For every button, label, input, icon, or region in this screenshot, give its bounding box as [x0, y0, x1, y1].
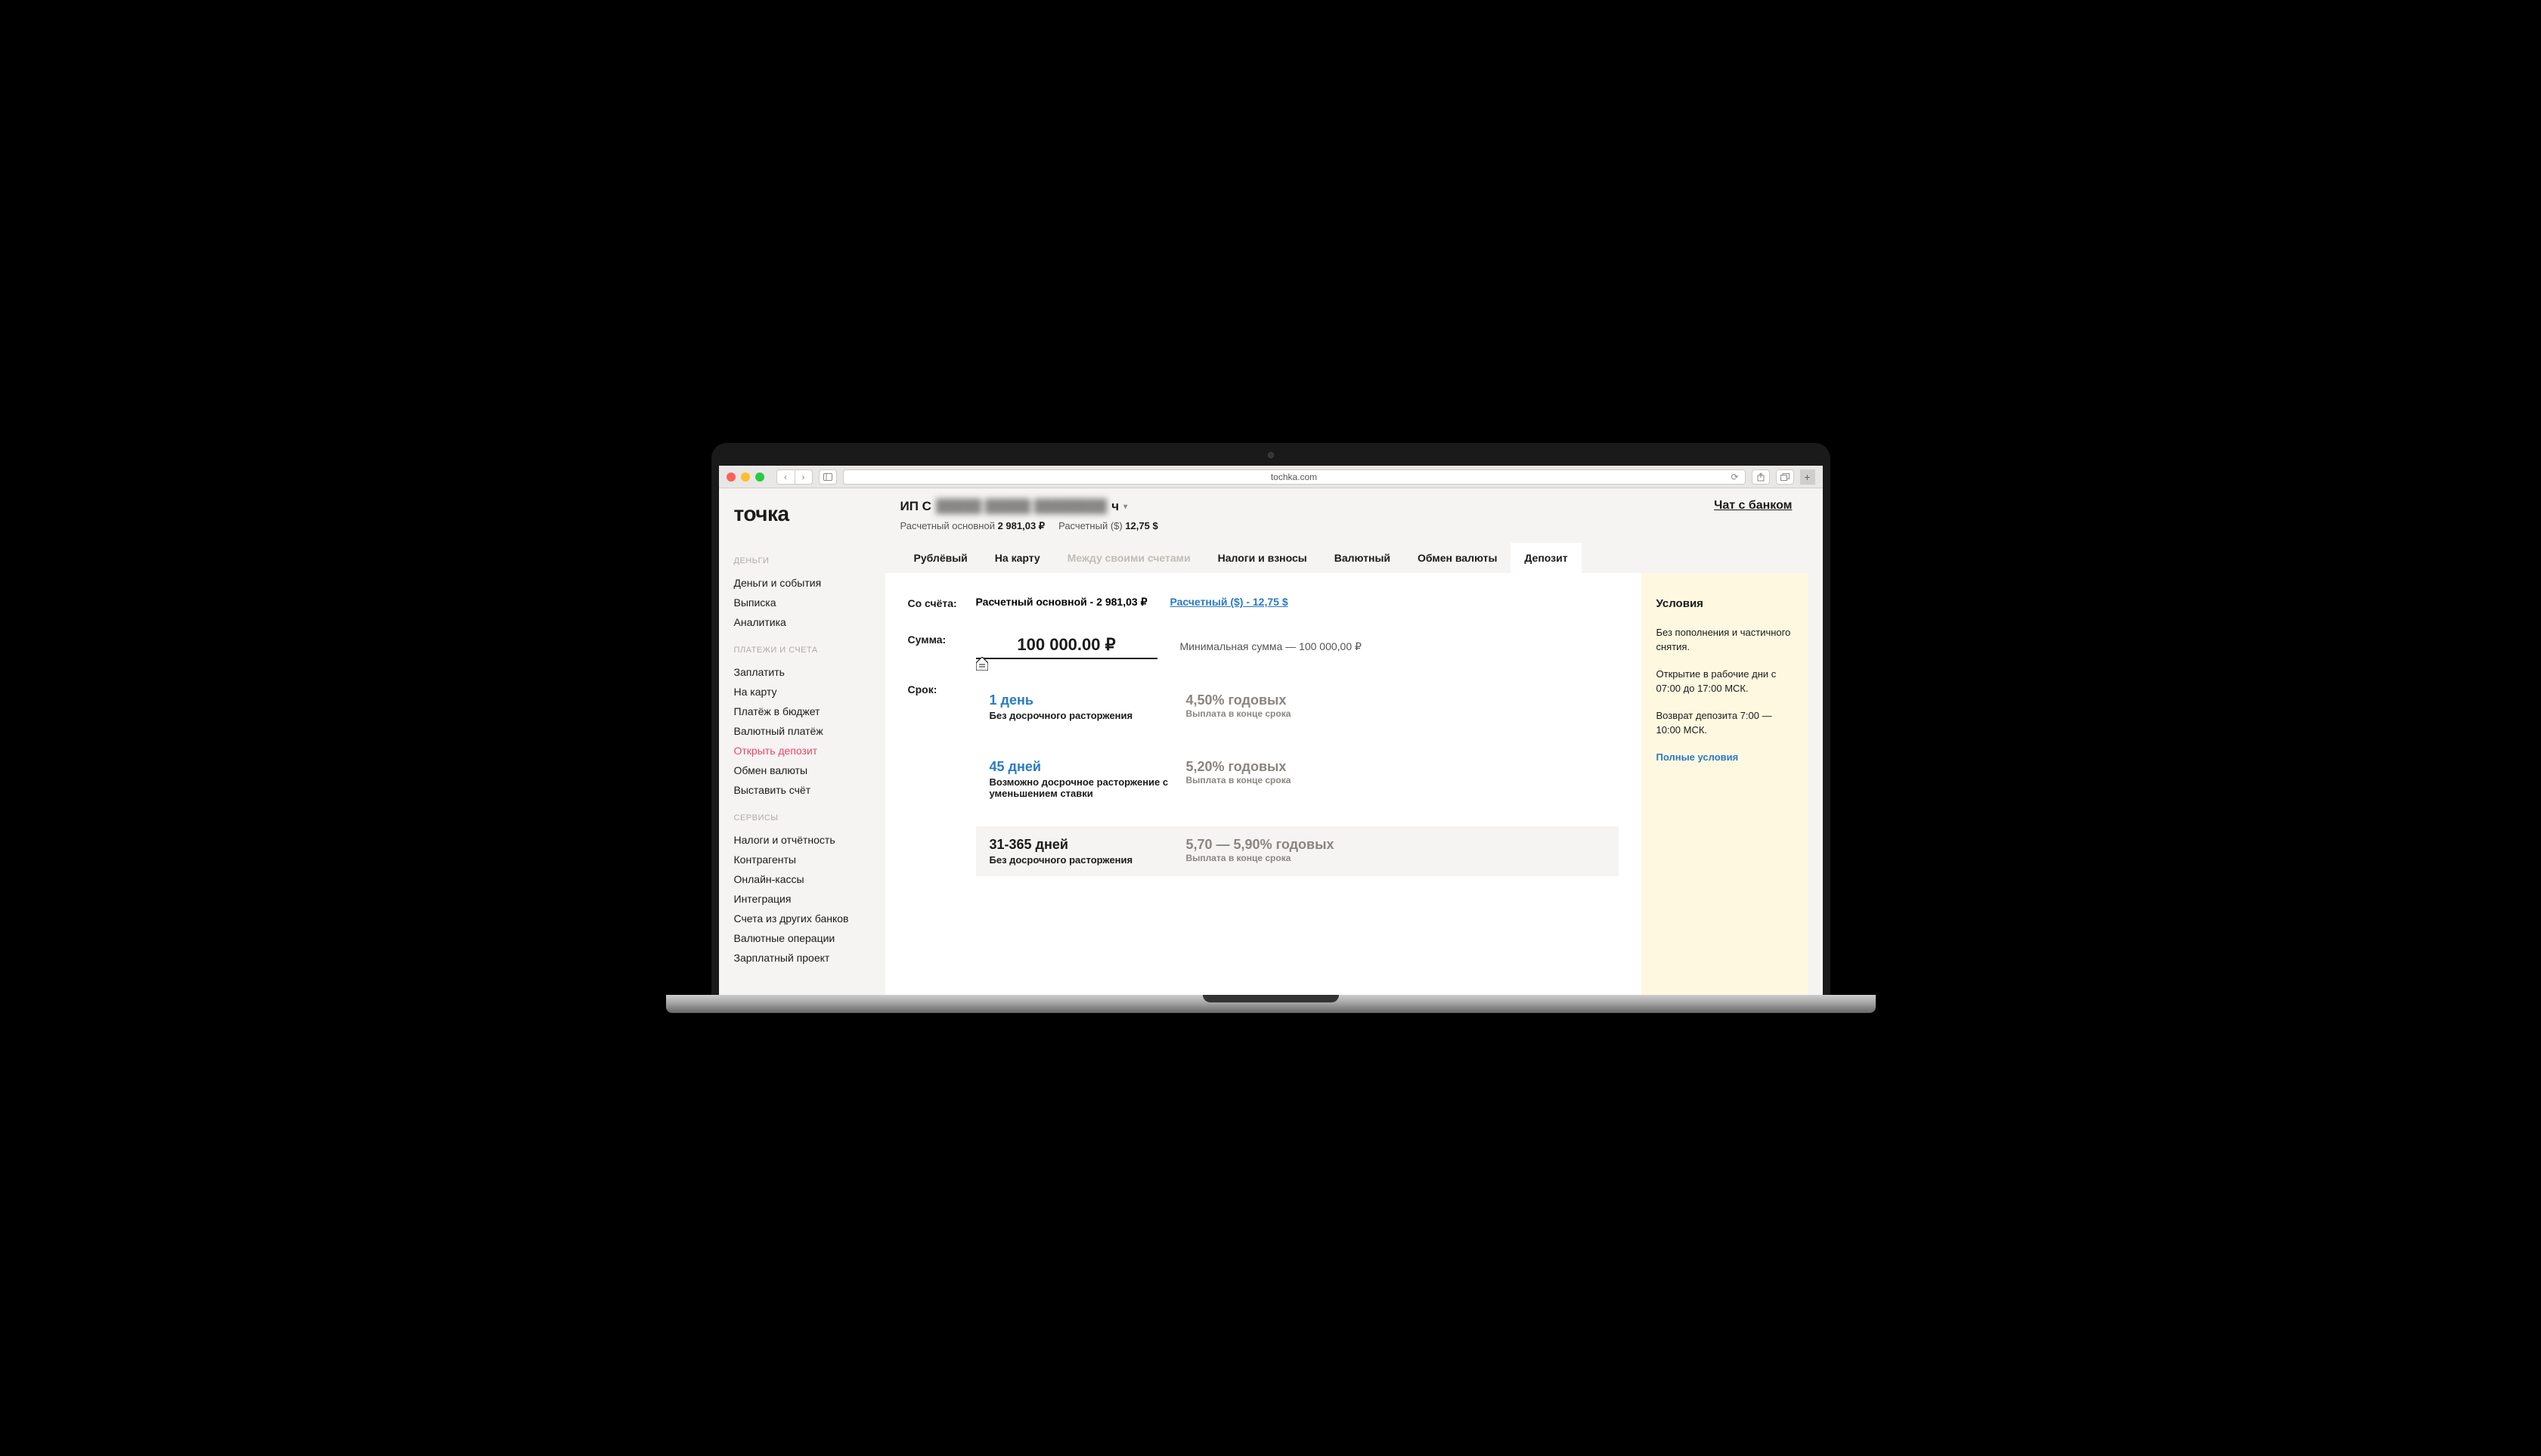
term-rate: 4,50% годовых: [1186, 692, 1291, 708]
sidebar: точка ДЕНЬГИ Деньги и событияВыпискаАнали…: [719, 488, 870, 995]
sidebar-item[interactable]: Платёж в бюджет: [734, 702, 870, 721]
term-rate-sub: Выплата в конце срока: [1186, 775, 1291, 785]
amount-label: Сумма:: [908, 632, 976, 646]
sidebar-item[interactable]: Обмен валюты: [734, 761, 870, 780]
sidebar-item[interactable]: Валютный платёж: [734, 721, 870, 741]
share-icon[interactable]: [1752, 469, 1770, 485]
term-option[interactable]: 45 днейВозможно досрочное расторжение с …: [976, 748, 1619, 810]
sidebar-item[interactable]: Выписка: [734, 593, 870, 612]
term-rate-sub: Выплата в конце срока: [1186, 853, 1334, 863]
term-subtitle: Без досрочного расторжения: [990, 710, 1186, 721]
sidebar-item[interactable]: Интеграция: [734, 889, 870, 909]
term-rate: 5,70 — 5,90% годовых: [1186, 837, 1334, 853]
browser-back-button[interactable]: ‹: [776, 469, 795, 485]
term-title: 31-365 дней: [990, 837, 1186, 853]
term-subtitle: Возможно досрочное расторжение с уменьше…: [990, 776, 1186, 799]
chat-with-bank-link[interactable]: Чат с банком: [1714, 499, 1792, 513]
browser-chrome: ‹ › tochka.com ⟳ +: [719, 466, 1823, 488]
deposit-form: Со счёта: Расчетный основной - 2 981,03 …: [885, 573, 1641, 995]
term-rate-sub: Выплата в конце срока: [1186, 708, 1291, 719]
conditions-title: Условия: [1656, 596, 1793, 613]
tab[interactable]: Депозит: [1511, 543, 1581, 573]
logo: точка: [734, 502, 870, 526]
conditions-text: Без пополнения и частичного снятия.: [1656, 625, 1793, 655]
window-maximize-icon[interactable]: [755, 472, 764, 482]
sidebar-item[interactable]: Контрагенты: [734, 850, 870, 869]
new-tab-button[interactable]: +: [1800, 469, 1815, 485]
tabs-icon[interactable]: [1776, 469, 1794, 485]
term-label: Срок:: [908, 682, 976, 695]
term-subtitle: Без досрочного расторжения: [990, 854, 1186, 866]
balance-item: Расчетный основной 2 981,03 ₽: [900, 520, 1046, 532]
sidebar-item[interactable]: Открыть депозит: [734, 741, 870, 761]
term-title: 45 дней: [990, 759, 1186, 775]
conditions-text: Возврат депозита 7:00 — 10:00 МСК.: [1656, 708, 1793, 738]
company-selector[interactable]: ИП С█████ █████ ████████ч ▾: [900, 499, 1158, 514]
sidebar-item[interactable]: Выставить счёт: [734, 780, 870, 800]
term-option[interactable]: 31-365 днейБез досрочного расторжения5,7…: [976, 826, 1619, 876]
sidebar-item[interactable]: Заплатить: [734, 662, 870, 682]
sidebar-item[interactable]: Налоги и отчётность: [734, 830, 870, 850]
sidebar-item[interactable]: Деньги и события: [734, 573, 870, 593]
browser-url-bar[interactable]: tochka.com ⟳: [843, 469, 1746, 485]
nav-section-title: ДЕНЬГИ: [734, 556, 870, 565]
conditions-panel: Условия Без пополнения и частичного снят…: [1641, 573, 1808, 995]
window-close-icon[interactable]: [727, 472, 736, 482]
browser-forward-button[interactable]: ›: [795, 469, 813, 485]
browser-sidebar-button[interactable]: [819, 469, 837, 485]
from-account-label: Со счёта:: [908, 596, 976, 609]
window-minimize-icon[interactable]: [741, 472, 750, 482]
browser-url-text: tochka.com: [1271, 472, 1317, 482]
amount-input[interactable]: 100 000.00 ₽: [976, 632, 1157, 659]
tab[interactable]: Рублёвый: [900, 543, 981, 573]
sidebar-item[interactable]: На карту: [734, 682, 870, 702]
sidebar-item[interactable]: Зарплатный проект: [734, 948, 870, 968]
term-rate: 5,20% годовых: [1186, 759, 1291, 775]
laptop-camera: [1268, 452, 1274, 458]
nav-section-title: ПЛАТЕЖИ И СЧЕТА: [734, 646, 870, 655]
amount-slider-handle[interactable]: [976, 657, 988, 674]
tab[interactable]: Налоги и взносы: [1204, 543, 1321, 573]
sidebar-item[interactable]: Аналитика: [734, 612, 870, 632]
term-title: 1 день: [990, 692, 1186, 708]
balance-item: Расчетный ($) 12,75 $: [1058, 520, 1158, 532]
min-amount-text: Минимальная сумма — 100 000,00 ₽: [1180, 640, 1362, 653]
tab[interactable]: На карту: [981, 543, 1054, 573]
sidebar-item[interactable]: Валютные операции: [734, 928, 870, 948]
from-account-option[interactable]: Расчетный ($) - 12,75 $: [1170, 596, 1288, 609]
term-option[interactable]: 1 день Без досрочного расторжения4,50% го…: [976, 682, 1619, 732]
conditions-text: Открытие в рабочие дни с 07:00 до 17:00 …: [1656, 667, 1793, 696]
reload-icon[interactable]: ⟳: [1731, 472, 1738, 482]
full-conditions-link[interactable]: Полные условия: [1656, 750, 1793, 765]
tab: Между своими счетами: [1054, 543, 1204, 573]
tabs: РублёвыйНа картуМежду своими счетамиНало…: [870, 543, 1823, 573]
chevron-down-icon: ▾: [1123, 503, 1127, 511]
sidebar-item[interactable]: Счета из других банков: [734, 909, 870, 928]
nav-section-title: СЕРВИСЫ: [734, 813, 870, 822]
from-account-option[interactable]: Расчетный основной - 2 981,03 ₽: [976, 596, 1148, 609]
tab[interactable]: Обмен валюты: [1404, 543, 1511, 573]
tab[interactable]: Валютный: [1321, 543, 1404, 573]
header: ИП С█████ █████ ████████ч ▾ Расчетный ос…: [870, 488, 1823, 543]
sidebar-item[interactable]: Онлайн-кассы: [734, 869, 870, 889]
